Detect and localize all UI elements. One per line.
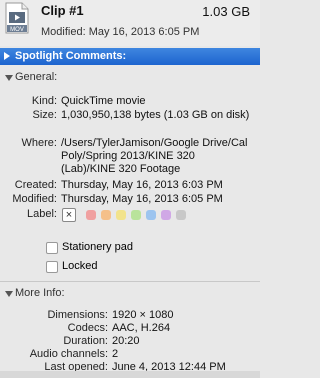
kind-value: QuickTime movie (61, 95, 146, 107)
kind-key: Kind: (31, 95, 57, 107)
audio-channels-key: Audio channels: (29, 348, 108, 360)
svg-text:MOV: MOV (10, 27, 24, 33)
no-label-icon[interactable]: × (62, 208, 76, 222)
movie-file-icon: MOV (5, 2, 29, 34)
file-title: Clip #1 (41, 3, 84, 18)
locked-label: Locked (62, 260, 98, 272)
created-key: Created: (14, 179, 57, 191)
codecs-key: Codecs: (67, 322, 108, 334)
created-value: Thursday, May 16, 2013 6:03 PM (61, 179, 223, 191)
duration-value: 20:20 (112, 335, 140, 347)
disclosure-down-icon[interactable] (5, 291, 13, 297)
file-header: MOV Clip #1 1.03 GB Modified: May 16, 20… (0, 0, 260, 46)
label-color-purple[interactable] (161, 210, 171, 220)
resize-handle[interactable] (0, 371, 260, 378)
disclosure-down-icon[interactable] (5, 75, 13, 81)
label-color-yellow[interactable] (116, 210, 126, 220)
more-info-label: More Info: (15, 287, 65, 299)
locked-checkbox[interactable] (46, 261, 58, 273)
spotlight-comments-header[interactable]: Spotlight Comments: (0, 48, 260, 65)
stationery-pad-label: Stationery pad (62, 241, 133, 253)
where-key: Where: (21, 137, 57, 149)
codecs-value: AAC, H.264 (112, 322, 171, 334)
divider (0, 281, 260, 282)
label-key: Label: (27, 208, 57, 220)
size-value: 1,030,950,138 bytes (1.03 GB on disk) (61, 109, 250, 121)
label-color-blue[interactable] (146, 210, 156, 220)
label-color-gray[interactable] (176, 210, 186, 220)
disclosure-right-icon[interactable] (4, 52, 10, 60)
label-color-green[interactable] (131, 210, 141, 220)
size-key: Size: (32, 109, 57, 121)
audio-channels-value: 2 (112, 348, 119, 360)
file-modified: Modified: May 16, 2013 6:05 PM (41, 26, 200, 38)
spotlight-comments-label: Spotlight Comments: (15, 50, 127, 62)
modified-key: Modified: (12, 193, 57, 205)
general-section-header[interactable]: General: (0, 71, 260, 86)
general-label: General: (15, 71, 58, 83)
more-info-section-header[interactable]: More Info: (0, 287, 260, 302)
dimensions-key: Dimensions: (47, 309, 108, 321)
duration-key: Duration: (63, 335, 108, 347)
label-color-orange[interactable] (101, 210, 111, 220)
dimensions-value: 1920 × 1080 (112, 309, 174, 321)
stationery-pad-checkbox[interactable] (46, 242, 58, 254)
file-size: 1.03 GB (202, 4, 250, 19)
modified-value: Thursday, May 16, 2013 6:05 PM (61, 193, 223, 205)
label-color-red[interactable] (86, 210, 96, 220)
where-value: /Users/TylerJamison/Google Drive/Cal Pol… (61, 137, 248, 175)
